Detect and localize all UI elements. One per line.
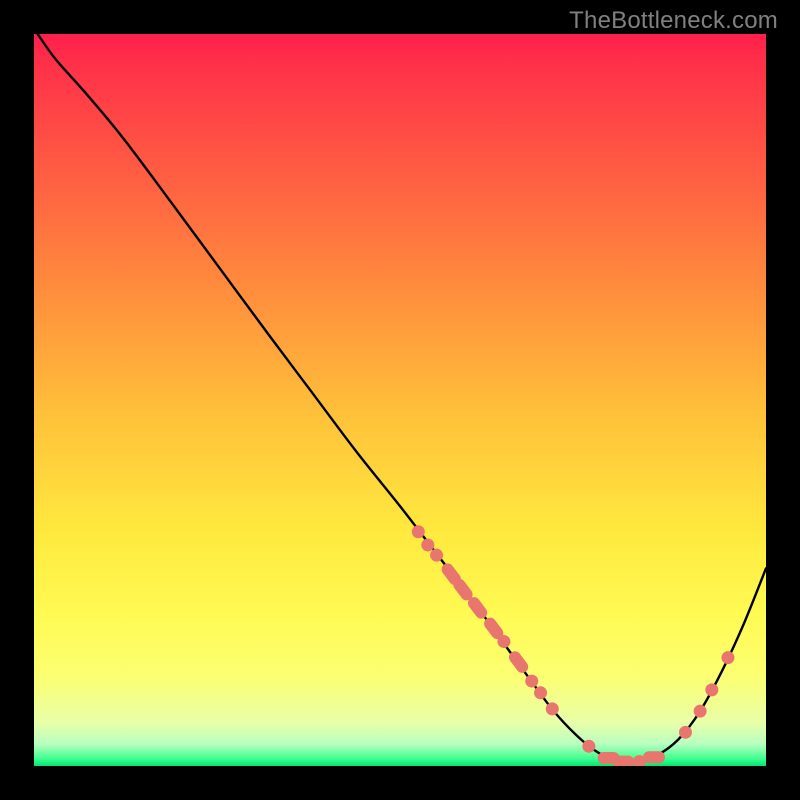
app-frame: TheBottleneck.com xyxy=(0,0,800,800)
marker-dot xyxy=(430,549,443,562)
marker-dot xyxy=(497,635,510,648)
marker-dot xyxy=(525,675,538,688)
marker-dot xyxy=(546,702,559,715)
marker-dot xyxy=(534,686,547,699)
curve-layer xyxy=(38,34,766,762)
marker-dots xyxy=(412,525,735,766)
plot-area xyxy=(34,34,766,766)
marker-dot xyxy=(421,538,434,551)
chart-svg xyxy=(34,34,766,766)
marker-dot xyxy=(412,525,425,538)
marker-pill xyxy=(643,751,665,763)
marker-dot xyxy=(721,651,734,664)
watermark-text: TheBottleneck.com xyxy=(569,7,778,35)
marker-dot xyxy=(679,726,692,739)
marker-dot xyxy=(582,740,595,753)
marker-dot xyxy=(705,683,718,696)
bottleneck-curve xyxy=(38,34,766,762)
marker-pill xyxy=(612,756,634,766)
marker-dot xyxy=(694,705,707,718)
